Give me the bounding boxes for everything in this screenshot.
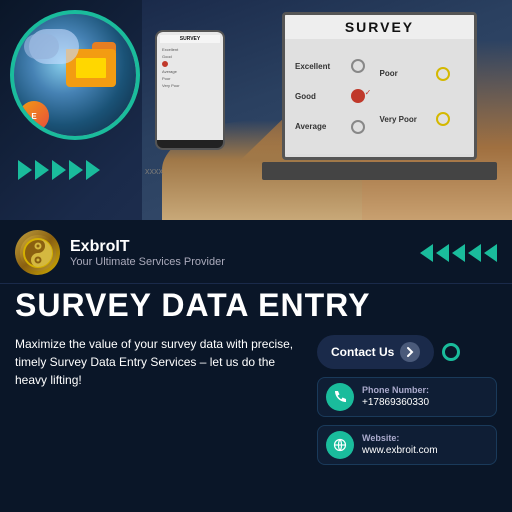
phone-info-text: Phone Number: +17869360330 bbox=[362, 384, 429, 411]
bottom-section: Maximize the value of your survey data w… bbox=[0, 329, 512, 475]
laptop-base bbox=[262, 162, 497, 180]
website-icon bbox=[326, 431, 354, 459]
website-info-row: Website: www.exbroit.com bbox=[317, 425, 497, 465]
title-section: SURVEY DATA ENTRY bbox=[0, 284, 512, 329]
hero-circle-image: E bbox=[10, 10, 140, 140]
play-arrow-4 bbox=[69, 160, 83, 180]
brand-name: ExbroIT bbox=[70, 238, 225, 256]
website-info-text: Website: www.exbroit.com bbox=[362, 432, 438, 459]
brand-logo-inner bbox=[20, 235, 56, 271]
play-arrow-1 bbox=[18, 160, 32, 180]
brand-section: ExbroIT Your Ultimate Services Provider bbox=[0, 220, 512, 284]
back-arrow-1 bbox=[420, 244, 433, 262]
play-arrow-3 bbox=[52, 160, 66, 180]
contact-arrow-icon bbox=[400, 342, 420, 362]
option-average: Average bbox=[295, 122, 337, 131]
green-dot-indicator bbox=[442, 343, 460, 361]
hero-section: SURVEY Excellent Good Average ✓ Poor bbox=[0, 0, 512, 220]
contact-us-button[interactable]: Contact Us bbox=[317, 335, 434, 369]
back-arrow-3 bbox=[452, 244, 465, 262]
main-title: SURVEY DATA ENTRY bbox=[15, 288, 497, 323]
phone-survey-label: SURVEY bbox=[160, 35, 220, 43]
contact-us-label: Contact Us bbox=[331, 345, 394, 359]
play-arrow-2 bbox=[35, 160, 49, 180]
back-arrow-2 bbox=[436, 244, 449, 262]
laptop-screen: SURVEY Excellent Good Average ✓ Poor bbox=[282, 12, 477, 160]
brand-tagline: Your Ultimate Services Provider bbox=[70, 256, 225, 268]
play-arrows bbox=[18, 160, 100, 180]
phone-value: +17869360330 bbox=[362, 396, 429, 410]
brand-area: ExbroIT Your Ultimate Services Provider bbox=[15, 230, 225, 275]
phone-label: Phone Number: bbox=[362, 384, 429, 397]
back-arrow-4 bbox=[468, 244, 481, 262]
phone-info-row: Phone Number: +17869360330 bbox=[317, 377, 497, 417]
option-poor: Poor bbox=[380, 69, 422, 78]
back-arrow-5 bbox=[484, 244, 497, 262]
phone-mockup: SURVEY Excellent Good Average Poor Very … bbox=[155, 30, 225, 150]
contact-panel: Contact Us Phone Number: +17869360330 bbox=[317, 335, 497, 465]
placeholder-text: xxxx bbox=[145, 166, 163, 176]
contact-us-row: Contact Us bbox=[317, 335, 497, 369]
page-description: Maximize the value of your survey data w… bbox=[15, 335, 302, 389]
brand-logo bbox=[15, 230, 60, 275]
exbroit-small-logo: E bbox=[19, 101, 49, 131]
back-arrows bbox=[420, 244, 497, 262]
option-verypoor: Very Poor bbox=[380, 115, 422, 124]
play-arrow-5 bbox=[86, 160, 100, 180]
phone-icon bbox=[326, 383, 354, 411]
website-value: www.exbroit.com bbox=[362, 444, 438, 458]
brand-info: ExbroIT Your Ultimate Services Provider bbox=[70, 238, 225, 268]
survey-header: SURVEY bbox=[285, 15, 474, 39]
option-good: Good bbox=[295, 92, 337, 101]
website-label: Website: bbox=[362, 432, 438, 445]
option-excellent: Excellent bbox=[295, 62, 337, 71]
